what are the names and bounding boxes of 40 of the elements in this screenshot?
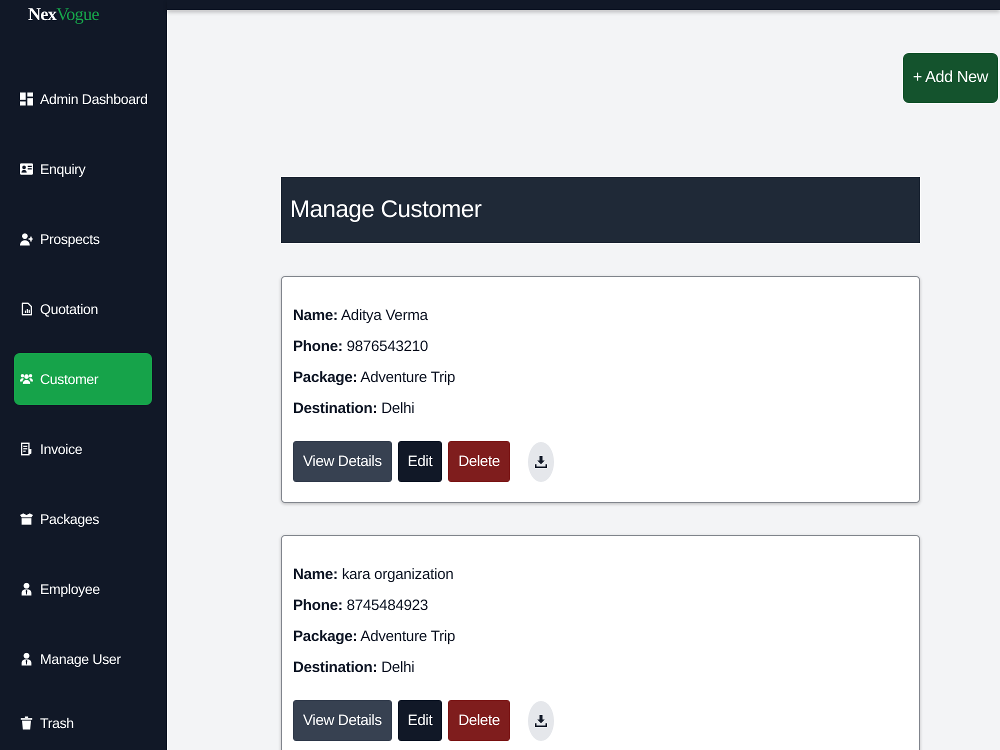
customer-detail: Phone: 8745484923 <box>293 596 430 616</box>
sidebar-item[interactable]: Prospects <box>14 213 152 265</box>
customer-detail: Destination: Delhi <box>293 399 416 419</box>
page-title: Manage Customer <box>290 196 482 224</box>
customer-detail: Destination: Delhi <box>293 658 416 678</box>
customer-detail: Name: kara organization <box>293 565 454 585</box>
sidebar-item[interactable]: Invoice <box>14 423 152 475</box>
logo: NexVogue <box>28 3 99 26</box>
users-icon <box>20 372 33 386</box>
delete-button[interactable]: Delete <box>448 700 510 741</box>
customer-detail: Package: Adventure Trip <box>293 368 456 388</box>
download-icon <box>534 714 547 728</box>
sidebar-item[interactable]: Quotation <box>14 283 152 335</box>
sidebar-item[interactable]: Employee <box>14 563 152 615</box>
add-new-button[interactable]: + Add New <box>902 53 998 103</box>
grid-icon <box>20 92 33 106</box>
sidebar-item[interactable]: Manage User <box>14 633 152 685</box>
person-tie-icon <box>20 582 33 596</box>
edit-button[interactable]: Edit <box>398 700 442 741</box>
edit-button[interactable]: Edit <box>398 441 442 482</box>
customer-detail: Name: Aditya Verma <box>293 306 429 326</box>
download-icon <box>534 454 547 468</box>
box-icon <box>20 512 33 526</box>
document-chart-icon <box>20 302 33 316</box>
download-button[interactable] <box>528 442 554 482</box>
user-plus-icon <box>20 232 33 246</box>
delete-button[interactable]: Delete <box>448 441 510 482</box>
customer-detail: Phone: 9876543210 <box>293 337 430 357</box>
customer-detail: Package: Adventure Trip <box>293 627 456 647</box>
sidebar-item[interactable]: Admin Dashboard <box>14 73 152 125</box>
receipt-icon <box>20 442 33 456</box>
trash-icon <box>20 716 33 730</box>
sidebar-item[interactable]: Packages <box>14 493 152 545</box>
sidebar-item[interactable]: Enquiry <box>14 143 152 195</box>
view-details-button[interactable]: View Details <box>293 700 392 741</box>
download-button[interactable] <box>528 700 554 740</box>
sidebar-item[interactable]: Trash <box>14 703 152 743</box>
id-card-icon <box>20 162 33 176</box>
view-details-button[interactable]: View Details <box>293 441 392 482</box>
person-tie-icon <box>20 652 33 666</box>
